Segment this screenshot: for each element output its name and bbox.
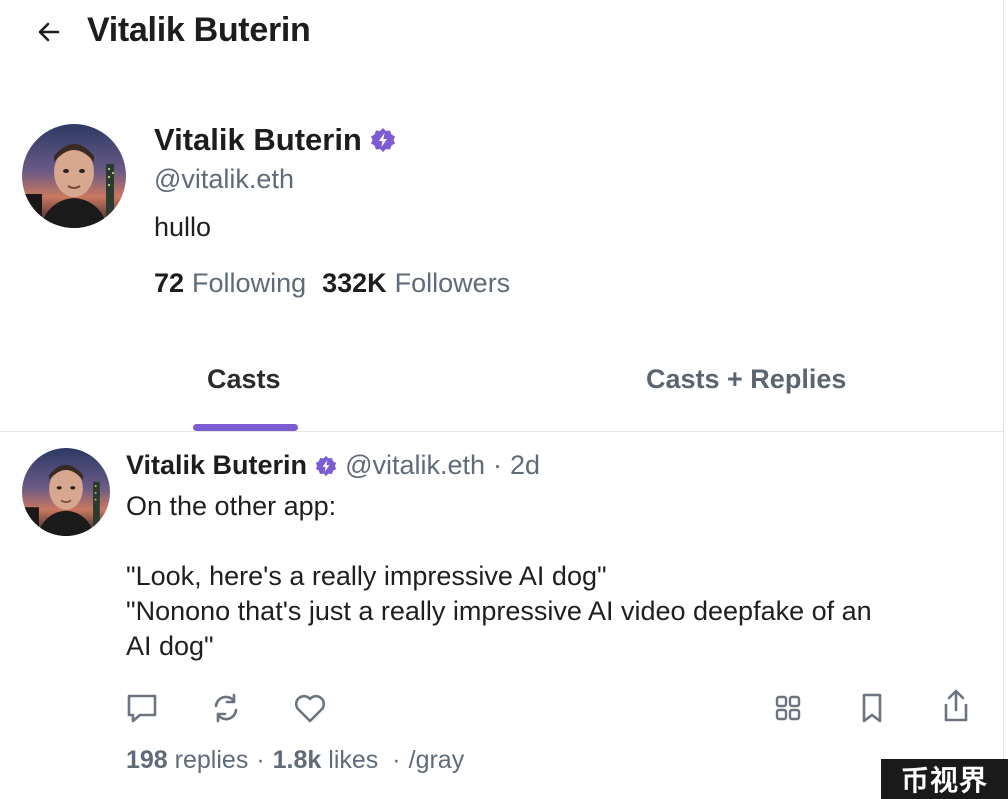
like-button[interactable] — [292, 690, 328, 726]
tab-casts[interactable]: Casts — [207, 364, 281, 395]
page-title: Vitalik Buterin — [87, 11, 311, 49]
profile-stats: 72 Following 332K Followers — [154, 268, 510, 299]
top-bar: Vitalik Buterin — [0, 0, 1004, 64]
replies-label: replies — [174, 746, 249, 774]
tab-casts-replies[interactable]: Casts + Replies — [646, 364, 846, 395]
cast-text-line: AI dog" — [126, 631, 214, 661]
cast-timestamp[interactable]: 2d — [510, 450, 540, 481]
cast-text: On the other app: "Look, here's a really… — [126, 489, 966, 664]
cast-text-line: On the other app: — [126, 491, 337, 521]
embed-button[interactable] — [770, 690, 806, 726]
bookmark-button[interactable] — [854, 690, 890, 726]
cast-author-handle[interactable]: @vitalik.eth — [345, 450, 485, 481]
profile-name: Vitalik Buterin — [154, 122, 396, 158]
followers-label: Followers — [394, 268, 511, 298]
watermark-logo: 币视界 — [881, 759, 1008, 799]
back-button[interactable] — [34, 18, 64, 46]
recast-icon — [214, 693, 238, 723]
avatar-image — [22, 124, 126, 228]
replies-count-link[interactable]: 198 replies — [126, 746, 248, 775]
cast-separator: · — [493, 450, 503, 480]
share-icon — [944, 689, 968, 722]
verified-badge-icon — [315, 455, 337, 476]
profile-tabs: Casts Casts + Replies — [0, 340, 1004, 432]
cast-text-line — [126, 524, 966, 559]
cast-header: Vitalik Buterin @vitalik.eth · 2d — [126, 450, 540, 481]
following-label: Following — [192, 268, 307, 298]
bookmark-icon — [862, 693, 882, 723]
active-tab-indicator — [193, 424, 298, 431]
profile-name-text: Vitalik Buterin — [154, 122, 362, 157]
likes-label: likes — [328, 746, 379, 774]
cast-author-name[interactable]: Vitalik Buterin — [126, 450, 307, 481]
following-count: 72 — [154, 268, 185, 298]
cast-text-line: "Nonono that's just a really impressive … — [126, 596, 872, 626]
profile-bio: hullo — [154, 212, 212, 242]
likes-count-link[interactable]: 1.8k likes — [273, 746, 379, 775]
reply-button[interactable] — [124, 690, 160, 726]
cast-author-avatar[interactable] — [22, 448, 110, 536]
footer-separator: · — [392, 746, 401, 774]
avatar-image — [22, 448, 110, 536]
footer-separator: · — [256, 746, 265, 774]
recast-button[interactable] — [208, 690, 244, 726]
share-button[interactable] — [938, 688, 974, 724]
followers-link[interactable]: 332K Followers — [322, 268, 510, 299]
channel-link[interactable]: /gray — [409, 746, 465, 775]
cast-footer: 198 replies · 1.8k likes · /gray — [126, 746, 464, 775]
profile-handle: @vitalik.eth — [154, 164, 294, 194]
cast-text-line: "Look, here's a really impressive AI dog… — [126, 561, 607, 591]
replies-count: 198 — [126, 746, 168, 774]
profile-avatar[interactable] — [22, 124, 126, 228]
comment-icon — [127, 694, 157, 723]
likes-count: 1.8k — [272, 746, 322, 774]
followers-count: 332K — [322, 268, 387, 298]
verified-badge-icon — [370, 128, 395, 152]
following-link[interactable]: 72 Following — [154, 268, 306, 299]
heart-icon — [294, 694, 326, 723]
arrow-left-icon — [38, 22, 60, 42]
grid-icon — [775, 695, 801, 721]
